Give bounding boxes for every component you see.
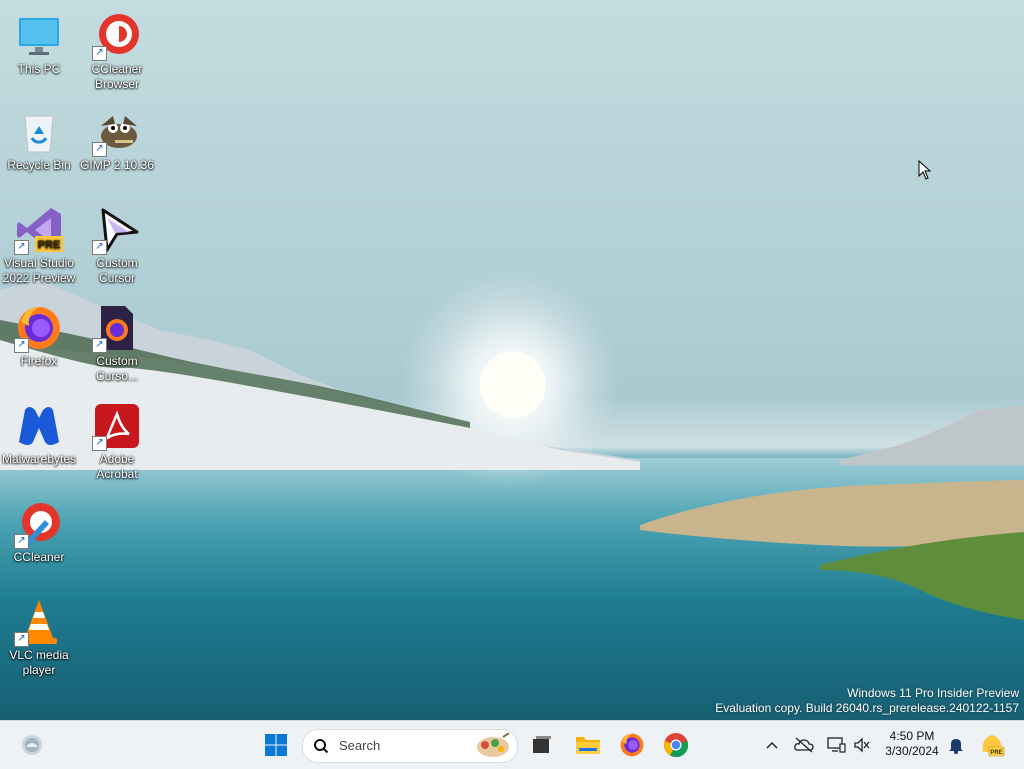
clock-date: 3/30/2024 bbox=[885, 744, 939, 758]
desktop-icon-label: Recycle Bin bbox=[7, 158, 71, 172]
desktop-icon-label: Firefox bbox=[20, 354, 58, 368]
shortcut-arrow-icon: ↗ bbox=[92, 338, 107, 353]
visual-studio-preview-icon: PRE ↗ bbox=[14, 206, 63, 255]
shortcut-arrow-icon: ↗ bbox=[14, 632, 29, 647]
malwarebytes-icon bbox=[15, 402, 63, 450]
chevron-up-icon bbox=[766, 741, 778, 749]
firefox-icon bbox=[620, 733, 644, 757]
desktop-icon-custom-cursor[interactable]: ↗ Custom Cursor bbox=[78, 198, 156, 286]
start-button[interactable] bbox=[260, 729, 292, 761]
shortcut-arrow-icon: ↗ bbox=[92, 240, 107, 255]
onedrive-button[interactable] bbox=[788, 729, 820, 761]
shortcut-arrow-icon: ↗ bbox=[92, 142, 107, 157]
folder-icon bbox=[576, 737, 600, 754]
desktop-icon-label: CCleaner bbox=[13, 550, 65, 564]
chrome-icon bbox=[663, 733, 689, 758]
desktop-icon-custom-cursor-file[interactable]: ↗ Custom Curso... bbox=[78, 296, 156, 384]
search-icon bbox=[314, 739, 329, 754]
desktop-icon-label: CCleaner Browser bbox=[91, 62, 143, 91]
svg-text:PRE: PRE bbox=[38, 239, 61, 251]
shortcut-arrow-icon: ↗ bbox=[14, 534, 29, 549]
desktop-icon-firefox[interactable]: ↗ Firefox bbox=[0, 296, 78, 369]
taskbar: Search 4:50 PM 3/30/2024 PRE bbox=[0, 720, 1024, 769]
recycle-bin-icon bbox=[15, 108, 63, 156]
search-highlight-icon bbox=[477, 733, 510, 757]
file-explorer-button[interactable] bbox=[572, 729, 604, 761]
taskbar-search-box[interactable]: Search bbox=[302, 729, 518, 763]
task-view-button[interactable] bbox=[526, 729, 558, 761]
watermark-line-2: Evaluation copy. Build 26040.rs_prerelea… bbox=[715, 701, 1019, 715]
show-hidden-icons-button[interactable] bbox=[756, 729, 788, 761]
chrome-taskbar-button[interactable] bbox=[660, 729, 692, 761]
desktop-icon-malwarebytes[interactable]: Malwarebytes bbox=[0, 394, 78, 467]
desktop-icon-gimp[interactable]: ↗ GIMP 2.10.36 bbox=[78, 100, 156, 173]
desktop-icon-label: Custom Cursor bbox=[96, 256, 138, 285]
watermark-line-1: Windows 11 Pro Insider Preview bbox=[847, 686, 1019, 700]
desktop-icon-label: This PC bbox=[17, 62, 61, 76]
gimp-icon: ↗ bbox=[92, 108, 141, 157]
custom-cursor-icon: ↗ bbox=[92, 206, 141, 255]
vlc-icon: ↗ bbox=[14, 598, 63, 647]
mouse-pointer-icon bbox=[918, 160, 932, 180]
desktop-icon-label: VLC media player bbox=[9, 648, 69, 677]
desktop-icon-label: Malwarebytes bbox=[1, 452, 77, 466]
clock[interactable]: 4:50 PM 3/30/2024 bbox=[880, 729, 944, 759]
volume-muted-icon bbox=[854, 737, 870, 753]
desktop-icon-label: Custom Curso... bbox=[95, 354, 138, 383]
cloud-offline-icon bbox=[794, 737, 814, 753]
insider-badge-text: PRE bbox=[990, 750, 1002, 756]
volume-button[interactable] bbox=[846, 729, 878, 761]
windows-logo-icon bbox=[265, 734, 287, 756]
insider-preview-button[interactable]: PRE bbox=[976, 729, 1008, 761]
desktop-icon-label: Adobe Acrobat bbox=[96, 452, 138, 481]
task-view-icon bbox=[533, 736, 551, 753]
wallpaper-grass bbox=[640, 480, 1024, 620]
widgets-button[interactable] bbox=[16, 729, 48, 761]
desktop-icon-label: Visual Studio 2022 Preview bbox=[2, 256, 76, 285]
firefox-icon: ↗ bbox=[14, 304, 63, 353]
ccleaner-icon: ↗ bbox=[14, 500, 63, 549]
this-pc-icon bbox=[15, 12, 63, 60]
bell-icon bbox=[949, 739, 963, 754]
notifications-button[interactable] bbox=[940, 729, 972, 761]
widgets-icon bbox=[22, 735, 42, 755]
desktop-icon-vlc[interactable]: ↗ VLC media player bbox=[0, 590, 78, 678]
desktop-icon-ccleaner-browser[interactable]: ↗ CCleaner Browser bbox=[78, 4, 156, 92]
shortcut-arrow-icon: ↗ bbox=[92, 436, 107, 451]
shortcut-arrow-icon: ↗ bbox=[14, 240, 29, 255]
desktop-icon-adobe-acrobat[interactable]: ↗ Adobe Acrobat bbox=[78, 394, 156, 482]
desktop-wallpaper[interactable]: This PC ↗ CCleaner Browser Recycle Bin ↗… bbox=[0, 0, 1024, 720]
firefox-taskbar-button[interactable] bbox=[616, 729, 648, 761]
display-network-icon bbox=[827, 737, 846, 753]
desktop-icon-visual-studio-preview[interactable]: PRE ↗ Visual Studio 2022 Preview bbox=[0, 198, 78, 286]
desktop-icon-this-pc[interactable]: This PC bbox=[0, 4, 78, 77]
desktop-icon-ccleaner[interactable]: ↗ CCleaner bbox=[0, 492, 78, 565]
custom-cursor-file-icon: ↗ bbox=[92, 304, 141, 353]
shortcut-arrow-icon: ↗ bbox=[92, 46, 107, 61]
ccleaner-browser-icon: ↗ bbox=[92, 12, 141, 61]
evaluation-watermark: Windows 11 Pro Insider Preview Evaluatio… bbox=[715, 686, 1019, 716]
adobe-acrobat-icon: ↗ bbox=[92, 402, 141, 451]
insider-pre-icon: PRE bbox=[982, 735, 1005, 757]
desktop-icon-label: GIMP 2.10.36 bbox=[80, 158, 154, 172]
wallpaper-hills-right bbox=[840, 405, 1024, 465]
search-placeholder: Search bbox=[339, 738, 381, 753]
clock-time: 4:50 PM bbox=[889, 729, 935, 743]
desktop-icon-recycle-bin[interactable]: Recycle Bin bbox=[0, 100, 78, 173]
shortcut-arrow-icon: ↗ bbox=[14, 338, 29, 353]
